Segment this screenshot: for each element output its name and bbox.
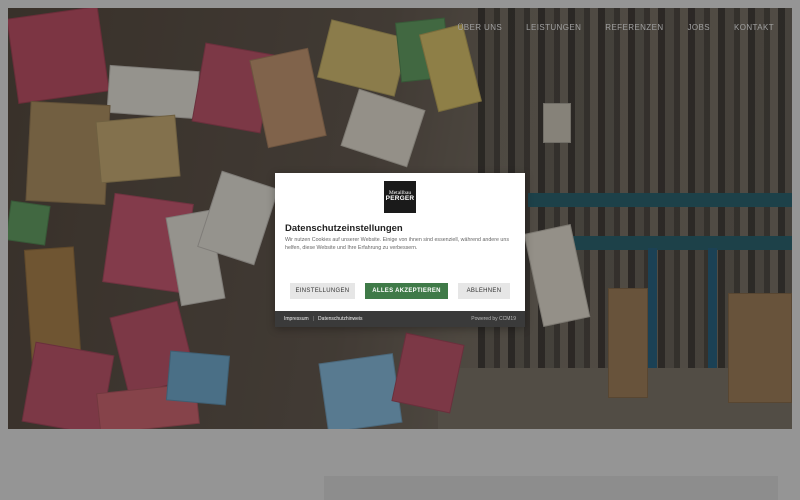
settings-button[interactable]: EINSTELLUNGEN (290, 283, 355, 299)
impressum-link[interactable]: Impressum (284, 316, 309, 322)
consent-title: Datenschutzeinstellungen (285, 223, 403, 234)
powered-by-text: Powered by CCM19 (471, 316, 516, 322)
logo-line-2: PERGER (385, 195, 415, 203)
consent-text: Wir nutzen Cookies auf unserer Website. … (285, 237, 509, 251)
reject-button[interactable]: ABLEHNEN (458, 283, 510, 299)
accept-all-button[interactable]: ALLES AKZEPTIEREN (365, 283, 448, 299)
consent-footer: Impressum | Datenschutzhinweis Powered b… (275, 311, 525, 327)
company-logo: Metallbau PERGER (384, 181, 416, 213)
datenschutz-link[interactable]: Datenschutzhinweis (318, 316, 362, 322)
cookie-consent-dialog: Metallbau PERGER Datenschutzeinstellunge… (275, 173, 525, 327)
footer-links: Impressum | Datenschutzhinweis (284, 316, 363, 322)
footer-separator: | (312, 316, 315, 322)
